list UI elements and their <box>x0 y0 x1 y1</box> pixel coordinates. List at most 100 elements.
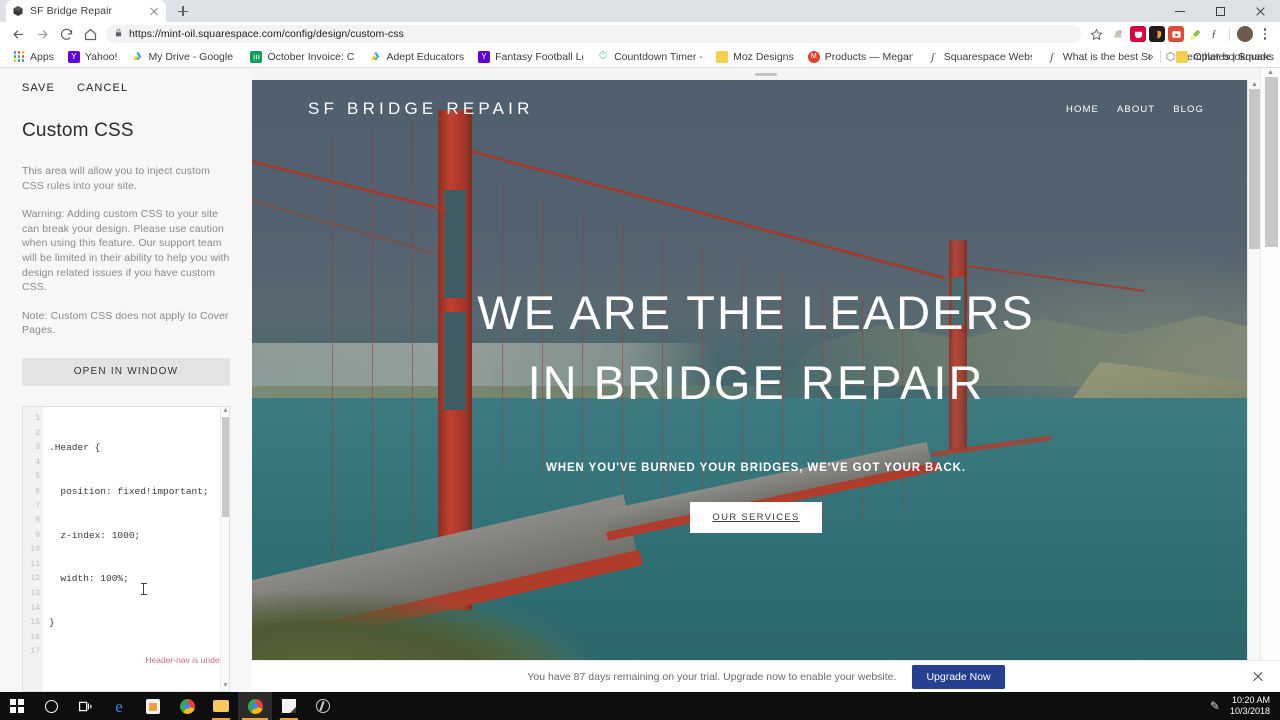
drag-handle-icon[interactable] <box>755 72 777 76</box>
preview-resize-bar[interactable] <box>252 68 1280 80</box>
tab-strip: SF Bridge Repair <box>0 0 1280 22</box>
browser-tab[interactable]: SF Bridge Repair <box>6 0 166 22</box>
nav-item-home[interactable]: HOME <box>1066 104 1099 115</box>
tab-close-icon[interactable] <box>148 5 160 17</box>
start-button[interactable] <box>0 692 34 720</box>
code-line: width: 100%; <box>49 573 129 585</box>
bookmark-yahoo[interactable]: Y Yahoo! <box>61 48 125 66</box>
panel-actions: SAVE CANCEL <box>22 82 230 94</box>
bookmark-moz-designs[interactable]: Moz Designs <box>709 48 801 66</box>
google-drive-icon <box>369 51 381 63</box>
pocket-icon[interactable] <box>1130 26 1146 42</box>
bookmark-adept-educators[interactable]: Adept Educators <box>362 48 471 66</box>
edge-button[interactable]: e <box>102 692 136 720</box>
bookmark-countdown-timer[interactable]: ⏱ Countdown Timer - S <box>590 48 709 66</box>
red-circle-m-icon: M <box>807 50 820 63</box>
shield-icon[interactable] <box>1149 26 1165 42</box>
note-icon <box>282 699 296 713</box>
browser-scrollbar[interactable]: ▲ ▼ <box>1260 68 1280 692</box>
line-number: 5 <box>35 472 40 482</box>
address-bar[interactable]: https://mint-oil.squarespace.com/config/… <box>106 25 1081 43</box>
other-bookmarks-label: Other bookmarks <box>1193 50 1274 63</box>
upgrade-now-button[interactable]: Upgrade Now <box>912 664 1005 689</box>
scroll-up-arrow-icon[interactable]: ▲ <box>1266 68 1275 77</box>
cancel-button[interactable]: CANCEL <box>77 82 128 94</box>
new-tab-button[interactable] <box>172 0 194 22</box>
close-window-button[interactable] <box>1240 0 1280 22</box>
scroll-down-arrow-icon[interactable]: ▼ <box>222 683 229 690</box>
sticky-notes-button[interactable] <box>272 692 306 720</box>
tab-title: SF Bridge Repair <box>30 5 113 17</box>
suspension-cable <box>252 160 447 212</box>
scroll-up-arrow-icon[interactable]: ▲ <box>222 407 229 415</box>
lock-icon <box>114 27 123 41</box>
screen-recorder-button[interactable] <box>306 692 340 720</box>
site-brand[interactable]: SF BRIDGE REPAIR <box>308 99 534 119</box>
apps-grid-icon <box>13 51 25 63</box>
line-number: 4 <box>35 457 40 467</box>
editor-scrollbar[interactable]: ▲ ▼ <box>220 406 229 691</box>
site-nav: HOME ABOUT BLOG <box>1066 104 1204 115</box>
chrome-icon <box>247 698 263 714</box>
home-icon[interactable] <box>78 22 102 46</box>
close-icon[interactable] <box>1252 671 1264 683</box>
our-services-button[interactable]: OUR SERVICES <box>690 502 822 533</box>
squarespace-icon: ʃ <box>931 50 935 63</box>
bookmark-products-megan[interactable]: M Products — Megan N <box>801 48 920 66</box>
edge-icon: e <box>115 696 123 716</box>
avatar[interactable] <box>1237 26 1253 42</box>
honey-icon[interactable] <box>1111 26 1127 42</box>
bookmarks-divider <box>1160 50 1162 63</box>
code-line: .Header { <box>49 442 101 454</box>
task-view-button[interactable] <box>68 692 102 720</box>
back-arrow-icon[interactable] <box>6 22 30 46</box>
code-line: } <box>49 617 55 629</box>
chrome-button[interactable] <box>170 692 204 720</box>
cortana-search-button[interactable] <box>34 692 68 720</box>
line-number: 2 <box>35 428 40 438</box>
bookmarks-overflow-area: » Other bookmarks <box>1142 48 1274 66</box>
bookmark-fantasy-football[interactable]: Y Fantasy Football Lea <box>471 48 590 66</box>
mouse-cursor-ibeam <box>140 582 147 595</box>
microsoft-store-button[interactable] <box>136 692 170 720</box>
page-content: SAVE CANCEL Custom CSS This area will al… <box>0 68 1280 692</box>
other-bookmarks-button[interactable]: Other bookmarks <box>1169 48 1274 66</box>
css-code-editor[interactable]: 1 2 3 4 5 6 7 8 9 10 11 12 13 14 15 16 1 <box>22 405 230 692</box>
editor-scrollbar-thumb[interactable] <box>222 416 229 517</box>
font-finder-icon[interactable]: ƒ <box>1206 26 1222 42</box>
bookmark-apps[interactable]: Apps <box>6 48 61 66</box>
bookmark-my-drive[interactable]: My Drive - Google D <box>124 48 243 66</box>
open-in-window-button[interactable]: OPEN IN WINDOW <box>22 357 230 386</box>
file-explorer-button[interactable] <box>204 692 238 720</box>
yahoo-icon: Y <box>67 50 80 63</box>
nav-item-about[interactable]: ABOUT <box>1117 104 1155 115</box>
minimize-button[interactable] <box>1160 0 1200 22</box>
reload-icon[interactable] <box>54 22 78 46</box>
folder-icon <box>213 700 229 712</box>
taskbar-clock[interactable]: 10:20 AM 10/3/2018 <box>1230 695 1270 717</box>
forward-arrow-icon[interactable] <box>30 22 54 46</box>
line-number: 17 <box>30 647 40 657</box>
preview-viewport[interactable]: SF BRIDGE REPAIR HOME ABOUT BLOG WE ARE … <box>252 80 1260 692</box>
browser-scrollbar-thumb[interactable] <box>1265 77 1278 247</box>
editor-code-area[interactable]: .Header { position: fixed!important; z-i… <box>43 407 220 691</box>
bookmark-label: Products — Megan N <box>824 50 913 63</box>
bookmarks-overflow-button[interactable]: » <box>1142 51 1158 63</box>
url-text: https://mint-oil.squarespace.com/config/… <box>129 28 404 40</box>
chrome-active-button[interactable] <box>238 692 272 720</box>
bookmark-squarespace-website[interactable]: ʃ Squarespace Website <box>920 48 1039 66</box>
save-button[interactable]: SAVE <box>22 82 55 94</box>
google-drive-icon <box>131 51 143 63</box>
bookmark-october-invoice[interactable]: October Invoice: Chr <box>243 48 362 66</box>
window-capture-icon[interactable] <box>1168 26 1184 42</box>
folder-icon <box>1176 50 1189 63</box>
bookmark-what-is-best-squarespace[interactable]: ʃ What is the best Squ <box>1039 48 1158 66</box>
nav-item-blog[interactable]: BLOG <box>1173 104 1204 115</box>
maximize-button[interactable] <box>1200 0 1240 22</box>
bookmark-star-icon[interactable] <box>1085 23 1107 45</box>
page-title: Custom CSS <box>22 120 134 141</box>
three-dots-menu-icon[interactable] <box>1256 25 1274 43</box>
eyedropper-icon[interactable] <box>1187 26 1203 42</box>
bookmark-label: Countdown Timer - S <box>614 50 702 63</box>
pen-icon[interactable]: ✎ <box>1210 699 1220 713</box>
